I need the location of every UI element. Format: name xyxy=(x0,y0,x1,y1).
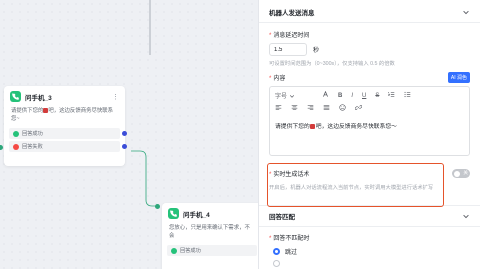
chevron-down-icon[interactable] xyxy=(462,212,470,220)
branch-answer-success[interactable]: 回答成功 xyxy=(167,245,257,256)
ordered-list-icon[interactable] xyxy=(388,91,395,100)
node-message: 您放心，只是用来确认下需求，不会 xyxy=(169,225,250,239)
realtime-toggle[interactable]: 关 xyxy=(452,169,470,178)
chevron-down-icon[interactable] xyxy=(462,8,470,16)
delay-hint: 可设置时间范围为（0~300s），仅支持输入 0.5 的倍数 xyxy=(269,61,395,67)
editor-content[interactable]: 请提供下您的 吧，这边反馈商务尽快联系您～ xyxy=(270,117,469,134)
font-color-icon[interactable] xyxy=(322,90,329,100)
delay-label: * 消息延迟时间 xyxy=(269,33,310,39)
more-icon[interactable]: ⋮ xyxy=(112,93,119,101)
node-title: 问手机_3 xyxy=(25,94,52,102)
mismatch-label: * 回答不匹配时 xyxy=(269,236,310,242)
align-center-icon[interactable] xyxy=(291,104,298,113)
bullet-list-icon[interactable] xyxy=(404,91,411,100)
strikethrough-icon[interactable]: S xyxy=(375,93,379,99)
branch-answer-fail[interactable]: 回答失败 xyxy=(9,141,127,152)
success-dot-icon xyxy=(13,130,19,137)
phone-node-icon xyxy=(10,91,21,102)
italic-icon[interactable]: I xyxy=(351,93,353,99)
emoji-icon xyxy=(310,123,316,129)
node-title: 问手机_4 xyxy=(183,211,210,219)
section-header-reply-match[interactable]: 回答匹配 xyxy=(259,206,480,226)
branch-answer-success[interactable]: 回答成功 xyxy=(9,128,127,139)
workflow-node-ask-phone-4[interactable]: 问手机_4 您放心，只是用来确认下需求，不会 回答成功 xyxy=(162,203,258,269)
delay-unit: 秒 xyxy=(313,48,320,54)
success-dot-icon xyxy=(171,247,177,254)
node-config-panel: 机器人发送消息 *消息延迟时间 秒 可设置时间范围为（0~300s），仅支持输入… xyxy=(258,0,480,269)
align-left-icon[interactable] xyxy=(275,104,282,113)
bold-icon[interactable]: B xyxy=(338,93,342,99)
realtime-highlight-box xyxy=(267,163,444,207)
error-dot-icon xyxy=(13,143,19,150)
workflow-node-ask-phone-3[interactable]: 问手机_3 ⋮ 请提供下您的 吧，这边反馈商务尽快联系您~ 回答成功 回答失败 xyxy=(4,86,127,166)
radio-option-skip[interactable]: 跳过 xyxy=(259,245,480,258)
ai-polish-button[interactable]: AI 润色 xyxy=(447,72,470,83)
rich-text-editor[interactable]: 字号 B I U S 请提供下您的 吧，这边反馈商务尽快联系您～ xyxy=(269,86,470,156)
input-port[interactable] xyxy=(155,203,160,209)
content-label: * 内容 xyxy=(269,76,286,82)
radio-unselected-icon[interactable] xyxy=(273,260,280,267)
align-justify-icon[interactable] xyxy=(323,104,330,113)
chevron-down-icon xyxy=(289,94,295,98)
workflow-canvas[interactable]: 问手机_3 ⋮ 请提供下您的 吧，这边反馈商务尽快联系您~ 回答成功 回答失败 问… xyxy=(0,0,258,269)
output-port[interactable] xyxy=(122,144,127,149)
underline-icon[interactable]: U xyxy=(362,93,366,99)
node-message: 请提供下您的 吧，这边反馈商务尽快联系您~ xyxy=(11,107,114,122)
phone-node-icon xyxy=(168,208,179,219)
radio-selected-icon[interactable] xyxy=(273,248,280,255)
section-header-robot-message[interactable]: 机器人发送消息 xyxy=(259,2,480,22)
output-port[interactable] xyxy=(122,131,127,136)
radio-option-2[interactable] xyxy=(259,258,480,269)
delay-input[interactable] xyxy=(269,43,307,56)
editor-toolbar-row-2 xyxy=(270,104,469,117)
font-size-select[interactable]: 字号 xyxy=(275,91,313,100)
align-right-icon[interactable] xyxy=(307,104,314,113)
emoji-picker-icon[interactable] xyxy=(339,104,346,113)
editor-toolbar: 字号 B I U S xyxy=(270,87,469,104)
link-icon[interactable] xyxy=(354,104,363,113)
